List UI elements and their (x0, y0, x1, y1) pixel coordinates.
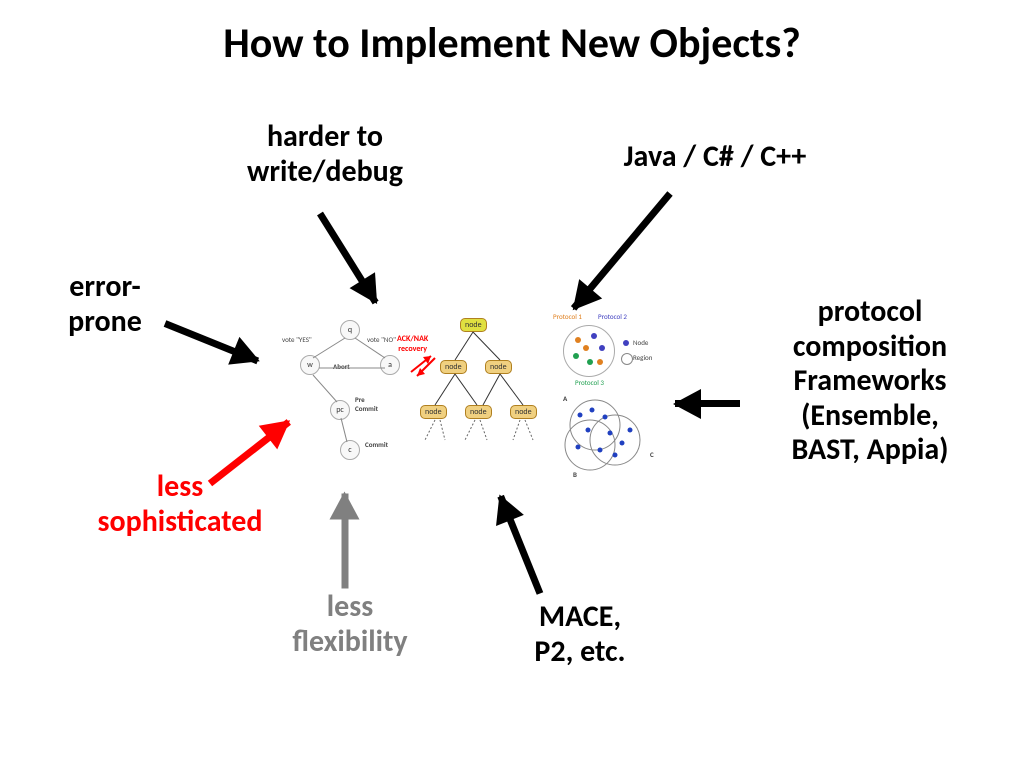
legend-node: Node (633, 338, 648, 347)
slide-title: How to Implement New Objects? (0, 18, 1024, 69)
label-protocol: protocolcompositionFrameworks(Ensemble,B… (745, 295, 995, 468)
label-less-flexibility: lessflexibility (260, 590, 440, 659)
arrow-less-flexibility (342, 494, 349, 589)
txt-proto1: Protocol 1 (553, 312, 582, 321)
label-java: Java / C# / C++ (580, 140, 850, 175)
label-less-sophisticated: lesssophisticated (70, 470, 290, 539)
protocol-circle (563, 325, 615, 377)
tree-lines (405, 320, 565, 460)
state-lines (285, 320, 415, 470)
center-diagram: q w a pc c vote "YES" vote "NO" Abort Pr… (285, 320, 665, 500)
arrow-protocol (675, 400, 740, 407)
arrow-harder (317, 212, 379, 305)
label-error: error-prone (45, 270, 165, 339)
label-harder: harder towrite/debug (210, 120, 440, 189)
txt-proto2: Protocol 2 (598, 312, 627, 321)
arrow-mace (497, 495, 543, 595)
venn (560, 395, 660, 480)
arrow-error (164, 320, 259, 364)
label-mace: MACE,P2, etc. (500, 600, 660, 669)
legend-region: Region (633, 353, 652, 362)
legend-node-dot (623, 340, 629, 346)
txt-proto3: Protocol 3 (575, 378, 604, 387)
legend-region-dot (621, 353, 633, 365)
arrow-java (571, 191, 673, 310)
